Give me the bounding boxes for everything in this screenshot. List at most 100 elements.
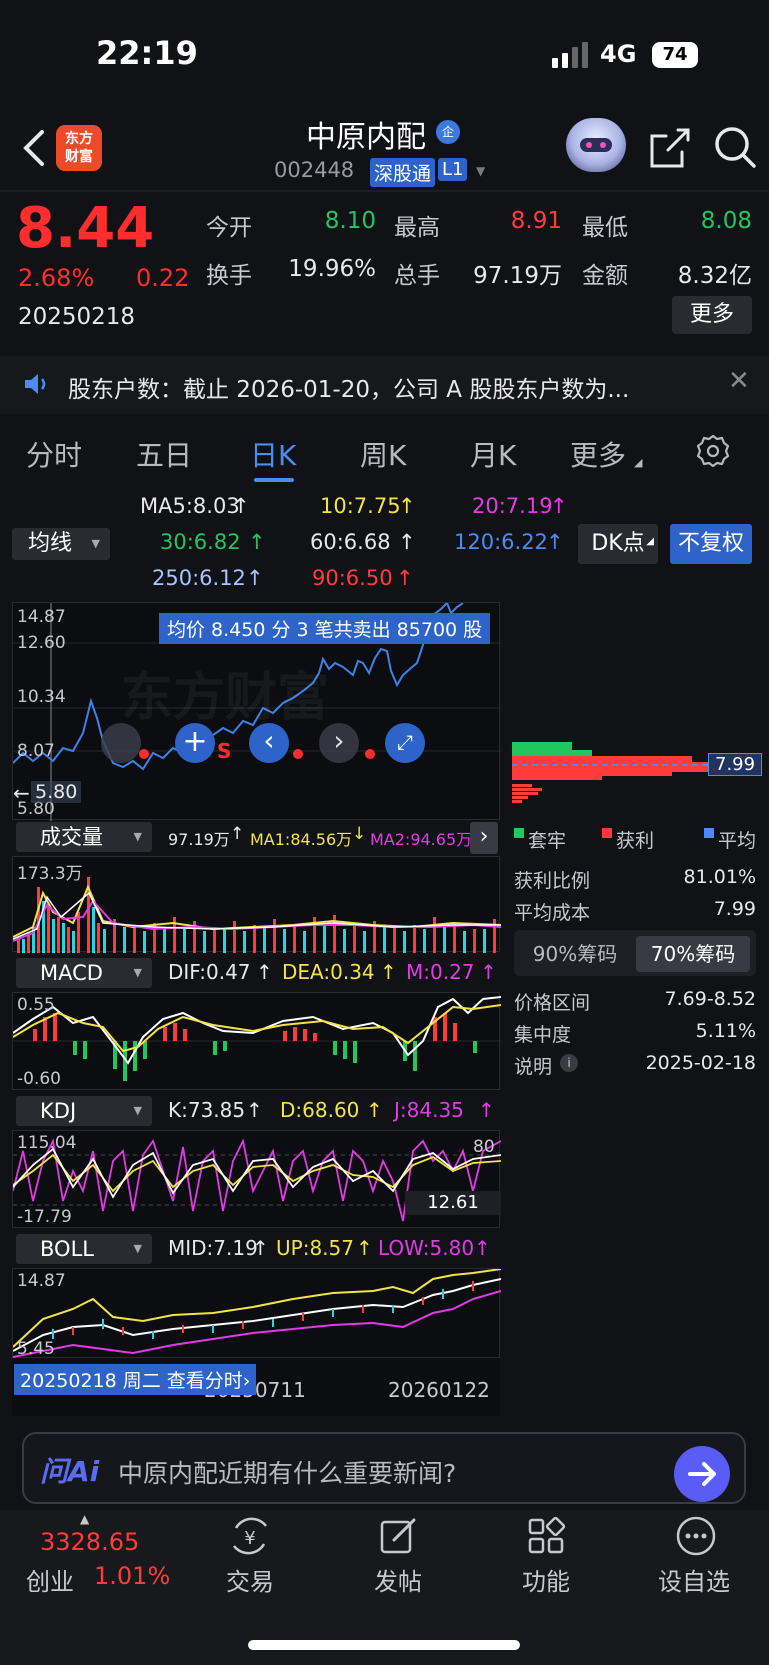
notice-text[interactable]: 股东户数：截止 2026-01-20，公司 A 股股东户数为... bbox=[68, 370, 688, 404]
trade-yen-icon[interactable]: ¥ bbox=[228, 1514, 272, 1558]
macd-m-arrow: ↑ bbox=[480, 960, 497, 984]
kline-axis-2: 12.60 bbox=[17, 633, 66, 653]
share-icon[interactable] bbox=[648, 126, 692, 170]
chevron-right-icon[interactable]: › bbox=[470, 822, 498, 854]
robot-avatar-icon[interactable] bbox=[566, 118, 626, 172]
low-value: 8.08 bbox=[700, 208, 752, 234]
boll-panel[interactable]: 14.87 5.45 bbox=[12, 1268, 501, 1359]
avg-cost-label: 平均成本 bbox=[514, 902, 591, 924]
tab-more[interactable]: 更多 bbox=[570, 434, 626, 474]
close-icon[interactable]: ✕ bbox=[728, 366, 750, 396]
no-adjust-button[interactable]: 不复权 bbox=[670, 524, 752, 564]
high-value: 8.91 bbox=[510, 208, 562, 234]
speaker-icon bbox=[25, 374, 46, 394]
volume-value: 97.19万 bbox=[168, 830, 230, 849]
gear-icon[interactable] bbox=[696, 434, 730, 468]
chip-price-tag: 7.99 bbox=[708, 753, 763, 776]
boll-axis-bottom: 5.45 bbox=[17, 1339, 55, 1359]
enterprise-badge: 企 bbox=[436, 120, 460, 144]
boll-select[interactable]: BOLL ▼ bbox=[16, 1234, 152, 1264]
chevron-down-icon[interactable]: ▼ bbox=[476, 164, 485, 178]
ai-placeholder[interactable]: 中原内配近期有什么重要新闻? bbox=[118, 1454, 456, 1490]
volume-panel[interactable]: 173.3万 bbox=[12, 856, 501, 953]
ma120-arrow: ↑ bbox=[546, 530, 564, 554]
ma5-arrow: ↑ bbox=[232, 494, 250, 518]
tab-more-caret-icon: ◢ bbox=[634, 456, 643, 469]
search-icon[interactable] bbox=[712, 124, 758, 170]
ma250-arrow: ↑ bbox=[246, 566, 264, 590]
macd-select[interactable]: MACD ▼ bbox=[16, 958, 152, 988]
more-dots-icon[interactable] bbox=[674, 1514, 718, 1558]
status-time: 22:19 bbox=[96, 34, 198, 72]
boll-mid: MID:7.19 bbox=[168, 1236, 258, 1260]
info-icon[interactable]: i bbox=[560, 1054, 578, 1072]
ma60-arrow: ↑ bbox=[398, 530, 416, 554]
ai-logo: 问Ai bbox=[40, 1455, 100, 1488]
pan-right-icon[interactable]: › bbox=[319, 723, 359, 763]
kdj-j-arrow: ↑ bbox=[478, 1098, 495, 1122]
tab-trade[interactable]: 交易 bbox=[226, 1562, 274, 1597]
tab-function[interactable]: 功能 bbox=[522, 1562, 570, 1597]
kdj-level-80: 80 bbox=[473, 1137, 495, 1157]
tab-set-watchlist[interactable]: 设自选 bbox=[658, 1562, 730, 1597]
caret-up-icon: ▲ bbox=[80, 1512, 90, 1526]
function-grid-icon[interactable] bbox=[524, 1514, 568, 1558]
boll-mid-arrow: ↑ bbox=[252, 1236, 269, 1260]
kline-panel[interactable]: 14.87 12.60 10.34 8.07 5.80 东方财富 ← 5.80 … bbox=[12, 602, 501, 821]
index-value[interactable]: 3328.65 bbox=[40, 1528, 139, 1556]
legend-profit: 获利 bbox=[616, 830, 655, 852]
stock-name[interactable]: 中原内配 bbox=[306, 112, 426, 156]
macd-dea-arrow: ↑ bbox=[380, 960, 397, 984]
kdj-panel[interactable]: 115.04 -17.79 80 12.61 bbox=[12, 1130, 501, 1228]
ma120-value: 120:6.22 bbox=[454, 530, 548, 554]
sell-marker: S bbox=[217, 739, 232, 763]
toolbar-blank-button[interactable] bbox=[101, 723, 141, 763]
ma10-arrow: ↑ bbox=[398, 494, 416, 518]
tab-daily-k[interactable]: 日K bbox=[250, 434, 296, 474]
index-name[interactable]: 创业 bbox=[26, 1562, 74, 1597]
boll-low-arrow: ↑ bbox=[474, 1236, 491, 1260]
ma-select[interactable]: 均线 ▼ bbox=[12, 528, 110, 560]
pan-left-icon[interactable]: ‹ bbox=[249, 723, 289, 763]
ma20-arrow: ↑ bbox=[550, 494, 568, 518]
price-range-value: 7.69-8.52 bbox=[664, 988, 756, 1010]
macd-panel[interactable]: 0.55 -0.60 bbox=[12, 992, 501, 1090]
network-label: 4G bbox=[600, 40, 637, 68]
battery-icon: 74 bbox=[652, 42, 698, 68]
turnover-value: 19.96% bbox=[288, 256, 376, 282]
watermark: 东方财富 bbox=[121, 668, 330, 728]
back-icon[interactable] bbox=[20, 128, 50, 168]
boll-axis-top: 14.87 bbox=[17, 1271, 66, 1291]
index-pct[interactable]: 1.01% bbox=[94, 1562, 170, 1590]
concentration-label: 集中度 bbox=[514, 1024, 572, 1046]
kdj-select[interactable]: KDJ ▼ bbox=[16, 1096, 152, 1126]
min-price-label: 5.80 bbox=[31, 781, 82, 803]
quote-date: 20250218 bbox=[18, 304, 136, 330]
tab-monthly-k[interactable]: 月K bbox=[470, 434, 516, 474]
chip-90-toggle[interactable]: 90%筹码 bbox=[520, 936, 630, 972]
tab-weekly-k[interactable]: 周K bbox=[360, 434, 406, 474]
tab-intraday[interactable]: 分时 bbox=[26, 434, 82, 474]
legend-profit-swatch bbox=[602, 828, 612, 838]
amount-value: 8.32亿 bbox=[677, 263, 752, 289]
svg-text:¥: ¥ bbox=[244, 1528, 255, 1549]
boll-svg bbox=[13, 1269, 501, 1358]
sgt-badge: 深股通 bbox=[370, 158, 436, 187]
tab-post[interactable]: 发帖 bbox=[374, 1562, 422, 1597]
tab-five-day[interactable]: 五日 bbox=[136, 434, 192, 474]
kdj-crosshair-value: 12.61 bbox=[405, 1191, 501, 1215]
home-indicator[interactable] bbox=[248, 1640, 520, 1650]
dk-button[interactable]: DK点 ◢ bbox=[578, 524, 658, 564]
chip-70-toggle[interactable]: 70%筹码 bbox=[636, 936, 750, 972]
view-intraday-link[interactable]: 20250218 周二 查看分时› bbox=[14, 1364, 257, 1395]
volume-select[interactable]: 成交量 ▼ bbox=[16, 822, 152, 852]
zoom-in-icon[interactable]: + bbox=[175, 723, 215, 763]
more-button[interactable]: 更多 bbox=[672, 296, 752, 334]
volume-arrow: ↑ bbox=[230, 824, 245, 844]
fullscreen-icon[interactable]: ⤢ bbox=[385, 723, 425, 763]
app-logo: 东方 财富 bbox=[56, 125, 102, 171]
post-edit-icon[interactable] bbox=[376, 1514, 420, 1558]
macd-axis-top: 0.55 bbox=[17, 995, 55, 1015]
send-arrow-icon[interactable] bbox=[674, 1446, 730, 1502]
ma30-arrow: ↑ bbox=[248, 530, 266, 554]
